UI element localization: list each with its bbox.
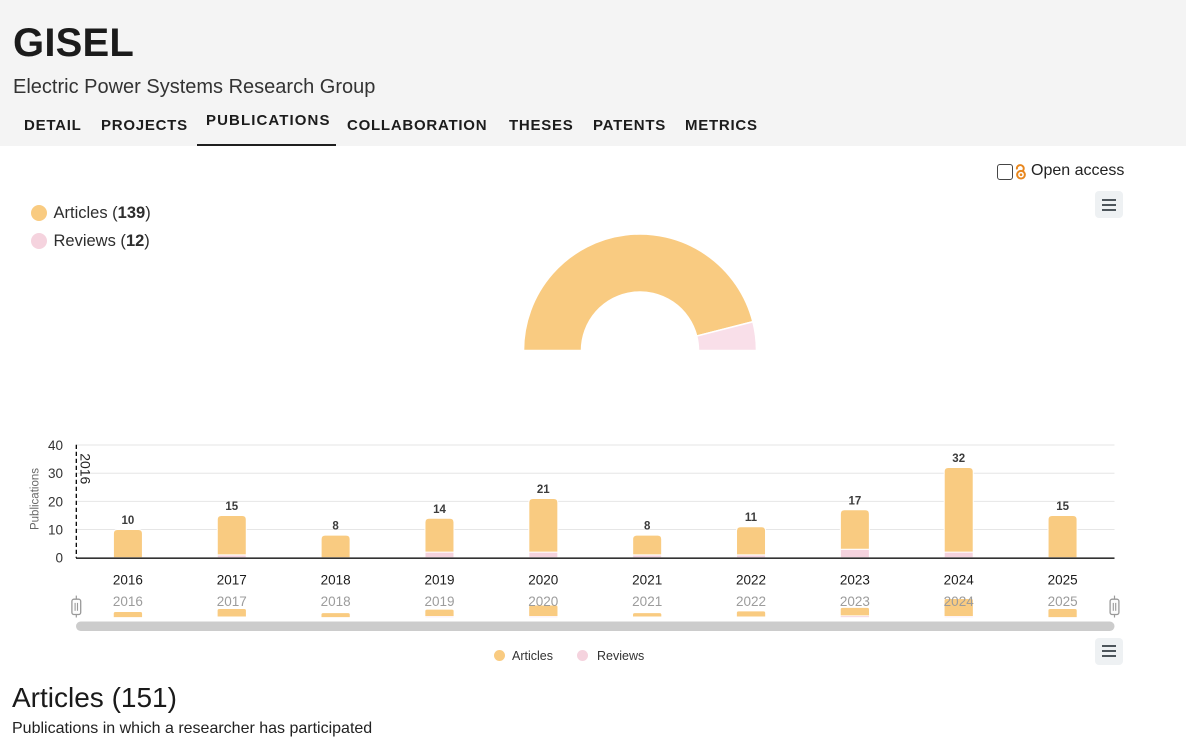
svg-text:20: 20 [48, 494, 63, 509]
svg-text:2016: 2016 [78, 453, 94, 484]
svg-text:2016: 2016 [113, 594, 143, 609]
svg-text:8: 8 [644, 521, 651, 533]
svg-text:15: 15 [225, 501, 238, 513]
svg-text:2022: 2022 [736, 573, 766, 588]
svg-text:17: 17 [849, 495, 862, 507]
svg-text:2019: 2019 [424, 573, 454, 588]
svg-text:2017: 2017 [217, 573, 247, 588]
svg-text:15: 15 [1056, 501, 1069, 513]
svg-text:Publications: Publications [30, 468, 42, 530]
svg-text:32: 32 [952, 453, 965, 465]
svg-text:2020: 2020 [528, 573, 558, 588]
svg-text:2022: 2022 [736, 594, 766, 609]
svg-text:40: 40 [48, 438, 63, 453]
svg-text:14: 14 [433, 504, 446, 516]
svg-text:2020: 2020 [528, 594, 558, 609]
svg-text:10: 10 [122, 515, 135, 527]
svg-text:2018: 2018 [321, 594, 351, 609]
svg-text:2021: 2021 [632, 573, 662, 588]
svg-text:0: 0 [55, 551, 63, 566]
svg-text:2021: 2021 [632, 594, 662, 609]
svg-text:21: 21 [537, 484, 550, 496]
svg-text:2023: 2023 [840, 573, 870, 588]
svg-text:8: 8 [332, 521, 339, 533]
svg-text:11: 11 [745, 512, 758, 524]
svg-text:2017: 2017 [217, 594, 247, 609]
svg-text:2025: 2025 [1048, 594, 1078, 609]
svg-text:30: 30 [48, 466, 63, 481]
svg-text:2025: 2025 [1048, 573, 1078, 588]
svg-text:10: 10 [48, 523, 63, 538]
svg-text:2016: 2016 [113, 573, 143, 588]
svg-text:2023: 2023 [840, 594, 870, 609]
svg-text:2024: 2024 [944, 594, 975, 609]
svg-text:2024: 2024 [944, 573, 975, 588]
svg-text:2018: 2018 [321, 573, 351, 588]
svg-text:2019: 2019 [424, 594, 454, 609]
